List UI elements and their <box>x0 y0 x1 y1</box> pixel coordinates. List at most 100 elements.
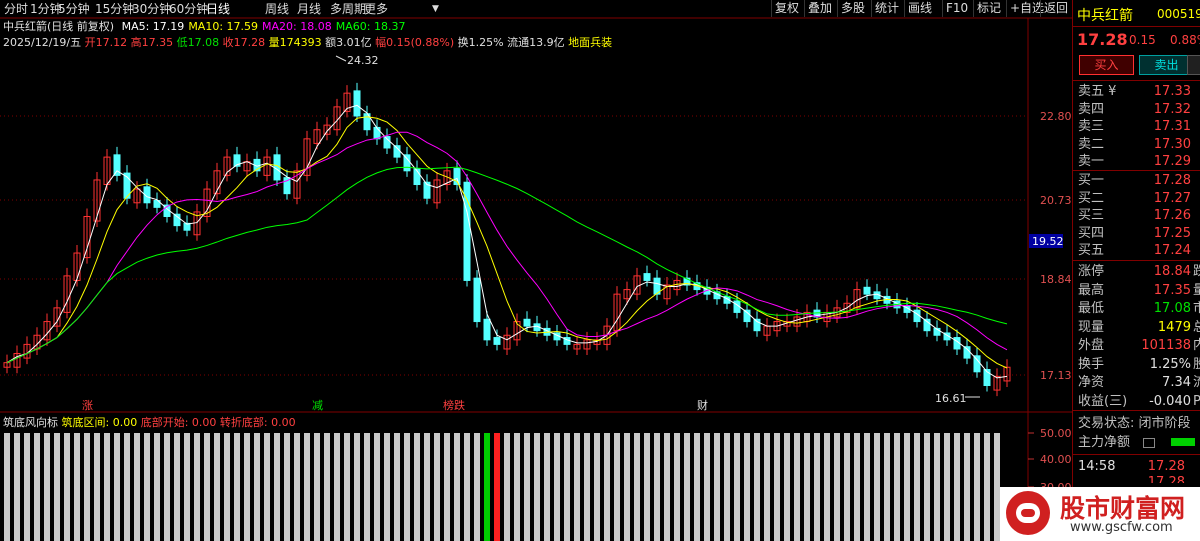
event-tag-1: 减 <box>312 399 323 412</box>
high-label: 高17.35 <box>130 36 174 49</box>
indicator-bar-71 <box>714 433 720 541</box>
indicator-bar-91 <box>914 433 920 541</box>
indicator-bar-86 <box>864 433 870 541</box>
buy-button[interactable]: 买入 <box>1079 55 1134 75</box>
low-label: 低17.08 <box>176 36 220 49</box>
annotation-high-arrow <box>335 55 347 62</box>
sell-button[interactable]: 卖出 <box>1139 55 1194 75</box>
tick-row-2: 17.28 <box>1147 475 1185 483</box>
candle-body-46 <box>463 181 471 281</box>
indicator-bar-48 <box>484 433 490 541</box>
indicator-bar-11 <box>114 433 120 541</box>
indicator-bar-93 <box>934 433 940 541</box>
indicator-bar-47 <box>474 433 480 541</box>
indicator-bar-69 <box>694 433 700 541</box>
menu-button[interactable] <box>1187 55 1200 75</box>
candle-body-37 <box>373 126 381 140</box>
event-tag-2: 榜跌 <box>443 398 465 412</box>
candle-body-86 <box>863 286 871 295</box>
ma-label-1: MA10: 17.59 <box>188 20 259 33</box>
ask-row-3[interactable]: 卖二 17.30 <box>1073 135 1200 154</box>
indicator-bar-80 <box>804 433 810 541</box>
indicator-bar-34 <box>344 433 350 541</box>
indicator-bar-28 <box>284 433 290 541</box>
indicator-bar-10 <box>104 433 110 541</box>
annotation-high: 24.32 <box>347 54 379 67</box>
kline-chart: 22.8020.7318.8417.1319.5250.0040.0030.00… <box>0 17 1072 541</box>
change-label: 幅0.15(0.88%) <box>375 36 455 49</box>
stat-row-6: 净资 7.34 流 <box>1078 375 1200 390</box>
indicator-bar-59 <box>594 433 600 541</box>
indicator-bar-38 <box>384 433 390 541</box>
indicator-bar-24 <box>244 433 250 541</box>
watermark-logo <box>1006 491 1050 535</box>
close-label: 收17.28 <box>222 36 266 49</box>
indicator-bar-21 <box>214 433 220 541</box>
indicator-bar-44 <box>444 433 450 541</box>
stat-row-1: 最高 17.35 量 <box>1078 282 1200 298</box>
stock-name: 中兵红箭 <box>1077 8 1133 24</box>
stock-code: 000519 <box>1157 7 1200 21</box>
indicator-bar-31 <box>314 433 320 541</box>
candle-body-49 <box>493 337 501 345</box>
indicator-bar-0 <box>4 433 10 541</box>
indicator-bar-77 <box>774 433 780 541</box>
candle-body-48 <box>483 318 491 341</box>
indicator-bar-42 <box>424 433 430 541</box>
indicator-bar-61 <box>614 433 620 541</box>
stat-row-7: 收益(三) -0.040 P <box>1078 393 1200 409</box>
indicator-bar-76 <box>764 433 770 541</box>
indicator-bar-50 <box>504 433 510 541</box>
volume-label: 量174393 <box>268 36 322 49</box>
bid-row-1[interactable]: 买二 17.27 <box>1073 189 1200 208</box>
ma-label-2: MA20: 18.08 <box>262 20 332 33</box>
price-axis-label-2: 18.84 <box>1040 273 1072 286</box>
indicator-bar-5 <box>54 433 60 541</box>
event-tag-0: 涨 <box>82 399 93 412</box>
annotation-low: 16.61 <box>935 392 967 405</box>
candle-body-47 <box>473 277 481 323</box>
indicator-bar-52 <box>524 433 530 541</box>
turnover-label: 换1.25% <box>457 36 504 49</box>
indicator-bar-9 <box>94 433 100 541</box>
indicator-bar-29 <box>294 433 300 541</box>
indicator-bar-12 <box>124 433 130 541</box>
chart-icon[interactable] <box>1143 438 1155 448</box>
bid-row-3[interactable]: 买四 17.25 <box>1073 224 1200 243</box>
indicator-bar-3 <box>34 433 40 541</box>
indicator-bar-13 <box>134 433 140 541</box>
indicator-bar-67 <box>674 433 680 541</box>
indicator-bar-98 <box>984 433 990 541</box>
indicator-bar-94 <box>944 433 950 541</box>
indicator-header: 筑底风向标 筑底区间: 0.00 底部开始: 0.00 转折底部: 0.00 <box>3 416 296 429</box>
stat-row-0: 涨停 18.84 跌 <box>1078 264 1200 279</box>
indicator-bar-32 <box>324 433 330 541</box>
bid-row-0[interactable]: 买一 17.28 <box>1073 171 1200 190</box>
bid-row-4[interactable]: 买五 17.24 <box>1073 241 1200 260</box>
bid-row-2[interactable]: 买三 17.26 <box>1073 206 1200 225</box>
indicator-bar-27 <box>274 433 280 541</box>
indicator-bar-89 <box>894 433 900 541</box>
indicator-bar-46 <box>464 433 470 541</box>
ask-row-2[interactable]: 卖三 17.31 <box>1073 117 1200 136</box>
indicator-bar-57 <box>574 433 580 541</box>
indicator-axis-label-1: 40.00 <box>1040 453 1072 466</box>
stat-row-2: 最低 17.08 市 <box>1078 301 1200 316</box>
indicator-bar-20 <box>204 433 210 541</box>
indicator-bar-95 <box>954 433 960 541</box>
open-label: 开17.12 <box>84 36 128 49</box>
indicator-bar-26 <box>264 433 270 541</box>
chart-header-line2: 2025/12/19/五 开17.12 高17.35 低17.08 收17.28… <box>3 36 612 49</box>
ask-row-1[interactable]: 卖四 17.32 <box>1073 100 1200 119</box>
current-price: 17.28 <box>1077 30 1128 49</box>
indicator-bar-16 <box>164 433 170 541</box>
ask-row-4[interactable]: 卖一 17.29 <box>1073 152 1200 171</box>
indicator-bar-85 <box>854 433 860 541</box>
indicator-axis-label-0: 50.00 <box>1040 427 1072 440</box>
candle-body-35 <box>353 90 361 117</box>
indicator-bar-51 <box>514 433 520 541</box>
indicator-bar-30 <box>304 433 310 541</box>
indicator-bar-17 <box>174 433 180 541</box>
ask-row-0[interactable]: 卖五 ¥17.33 <box>1073 82 1200 101</box>
main-net-row: 主力净额 <box>1073 433 1200 452</box>
